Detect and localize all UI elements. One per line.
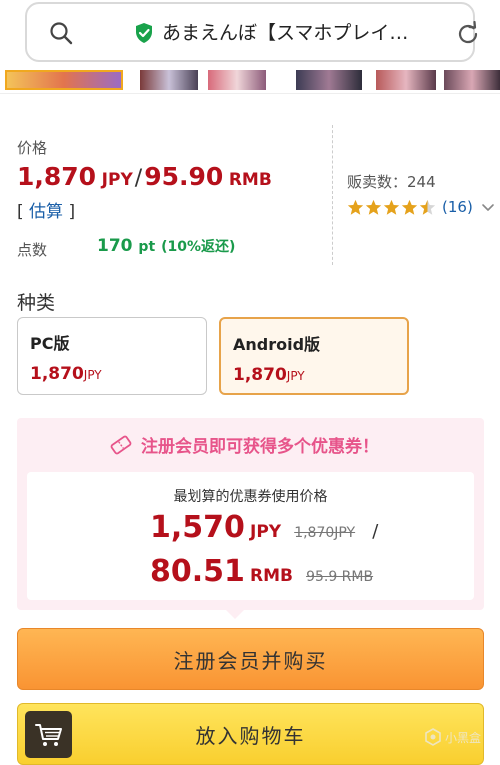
add-to-cart-label: 放入购物车 (195, 723, 306, 748)
search-icon[interactable] (49, 21, 73, 45)
price-label: 价格 (17, 139, 48, 157)
star-icon (365, 199, 382, 215)
points-number: 170 (97, 236, 133, 256)
points-value: 170 pt (10%返还) (97, 236, 235, 256)
register-and-buy-button[interactable]: 注册会员并购买 (17, 628, 484, 690)
price-separator: / (134, 166, 143, 191)
best-price-slash: / (372, 521, 379, 542)
variant-option-android[interactable]: Android版 1,870JPY (219, 317, 409, 395)
estimate-row: [ 估算 ] (17, 197, 75, 222)
cart-icon-container (25, 711, 72, 758)
best-rmb-value: 80.51 (150, 554, 245, 589)
reload-icon[interactable] (455, 21, 481, 47)
thumbnail-4[interactable] (296, 70, 362, 90)
rating-row[interactable]: (16) (347, 198, 495, 216)
best-price-label: 最划算的优惠券使用价格 (173, 489, 328, 505)
coupon-panel-pointer (226, 610, 244, 619)
star-icon (347, 199, 364, 215)
coupon-headline-text: 注册会员即可获得多个优惠券！ (141, 437, 379, 457)
watermark-logo-icon (425, 728, 441, 746)
coupon-price-box: 最划算的优惠券使用价格 1,570 JPY 1,870JPY / 80.51 R… (27, 472, 474, 600)
original-jpy-price: 1,870JPY (294, 525, 356, 541)
variant-label: 种类 (17, 292, 56, 314)
points-unit: pt (138, 239, 156, 255)
thumbnail-3[interactable] (208, 70, 266, 90)
coupon-ticket-icon (110, 435, 132, 454)
best-price-rmb: 80.51 RMB 95.9 RMB (150, 554, 373, 589)
points-label: 点数 (17, 241, 48, 259)
price-main: 1,870 JPY/95.90 RMB (17, 162, 272, 191)
watermark: 小黑盒 (424, 728, 481, 746)
best-jpy-unit: JPY (250, 522, 282, 542)
add-to-cart-button[interactable]: 放入购物车 (17, 703, 484, 765)
estimate-bracket-open: [ (17, 202, 24, 222)
variant-price-unit: JPY (286, 369, 305, 383)
price-jpy-unit: JPY (101, 170, 133, 190)
price-rmb-unit: RMB (228, 170, 272, 190)
rating-count[interactable]: (16) (442, 198, 473, 216)
best-price-jpy: 1,570 JPY 1,870JPY / (150, 510, 378, 545)
url-text[interactable]: あまえんぼ【スマホプレイ… (162, 18, 442, 45)
variant-price: 1,870JPY (233, 365, 395, 385)
star-icon (383, 199, 400, 215)
variant-option-pc[interactable]: PC版 1,870JPY (17, 317, 207, 395)
sales-count: 贩卖数：244 (347, 173, 436, 191)
variant-name: Android版 (233, 335, 321, 354)
variant-price-value: 1,870 (233, 365, 287, 385)
half-star-icon (419, 199, 436, 215)
variant-price-unit: JPY (83, 368, 102, 382)
variant-price-value: 1,870 (30, 364, 84, 384)
watermark-text: 小黑盒 (445, 730, 482, 745)
cart-icon (34, 723, 62, 746)
coupon-headline: 注册会员即可获得多个优惠券！ (109, 432, 379, 457)
best-jpy-value: 1,570 (150, 510, 245, 545)
shield-check-icon (136, 23, 152, 43)
divider (332, 125, 333, 265)
coupon-panel: 注册会员即可获得多个优惠券！ 最划算的优惠券使用价格 1,570 JPY 1,8… (17, 418, 484, 610)
best-rmb-unit: RMB (250, 566, 293, 586)
rating-stars (347, 199, 437, 216)
original-rmb-price: 95.9 RMB (306, 569, 374, 585)
estimate-bracket-close: ] (68, 202, 76, 222)
points-note: (10%返还) (161, 239, 236, 255)
chevron-down-icon[interactable] (481, 200, 495, 214)
thumbnail-2[interactable] (140, 70, 198, 90)
thumbnail-strip[interactable] (0, 64, 500, 94)
variant-price: 1,870JPY (30, 364, 194, 384)
register-and-buy-label: 注册会员并购买 (173, 648, 328, 673)
thumbnail-1[interactable] (5, 70, 123, 90)
estimate-link[interactable]: 估算 (29, 202, 63, 222)
address-bar[interactable]: あまえんぼ【スマホプレイ… (25, 2, 478, 62)
star-icon (401, 199, 418, 215)
thumbnail-6[interactable] (444, 70, 500, 90)
variant-name: PC版 (30, 334, 70, 353)
price-rmb-value: 95.90 (144, 162, 224, 191)
thumbnail-5[interactable] (376, 70, 436, 90)
price-jpy-value: 1,870 (17, 162, 97, 191)
